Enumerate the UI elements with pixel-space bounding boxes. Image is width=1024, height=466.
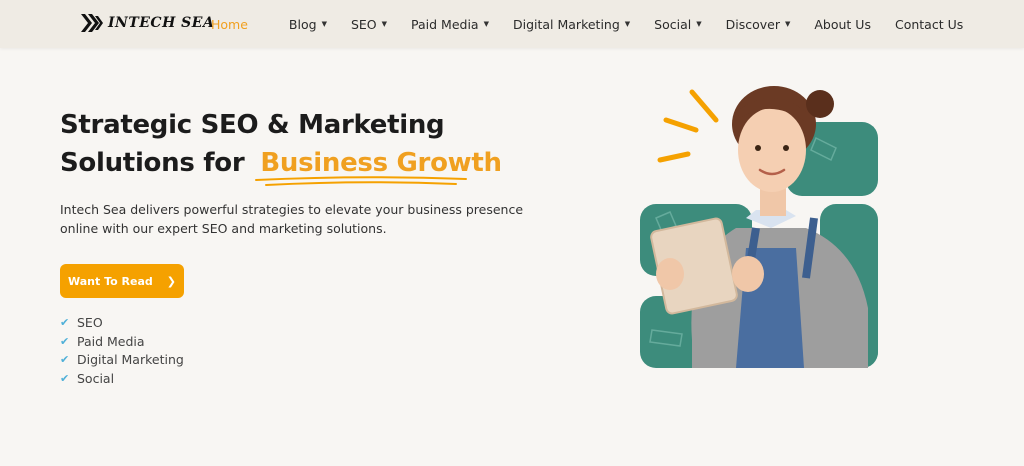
chevron-logo-icon (81, 14, 103, 32)
nav-home-label: Home (211, 16, 248, 32)
list-item: ✔ SEO (60, 314, 184, 333)
brand-name: INTECH SEA (108, 15, 215, 31)
feature-label: Digital Marketing (77, 352, 184, 367)
check-icon: ✔ (60, 316, 70, 329)
nav-discover[interactable]: Discover ▼ (726, 17, 791, 32)
nav-contact-us-label: Contact Us (894, 16, 964, 32)
face (738, 108, 806, 192)
accent-strokes (657, 89, 719, 163)
hero-title-line2: Solutions for Business Growth (60, 144, 540, 186)
hero-highlight-wrap: Business Growth (255, 144, 502, 186)
nav-social[interactable]: Social ▼ (654, 17, 701, 32)
want-to-read-button[interactable]: Want To Read ❯ (60, 264, 184, 298)
caret-down-icon: ▼ (784, 20, 791, 28)
feature-list: ✔ SEO ✔ Paid Media ✔ Digital Marketing ✔… (60, 314, 184, 388)
nav-home[interactable]: Home (211, 17, 248, 32)
caret-down-icon: ▼ (483, 20, 489, 28)
main-nav: Home Blog ▼ SEO ▼ Paid Media ▼ Digital M… (204, 14, 963, 34)
nav-digital-marketing-label: Digital Marketing (512, 16, 620, 32)
brand-logo[interactable]: INTECH SEA (80, 10, 214, 36)
list-item: ✔ Paid Media (60, 333, 184, 352)
caret-down-icon: ▼ (321, 20, 327, 28)
caret-down-icon: ▼ (696, 20, 702, 28)
nav-paid-media-label: Paid Media (411, 16, 479, 32)
nav-blog-label: Blog (288, 16, 317, 32)
hero-title-line2-text: Solutions for (60, 148, 245, 178)
nav-discover-label: Discover (725, 16, 780, 32)
cta-label: Want To Read (68, 274, 153, 288)
nav-social-label: Social (654, 16, 692, 32)
nav-digital-marketing[interactable]: Digital Marketing ▼ (513, 17, 630, 32)
nav-blog[interactable]: Blog ▼ (289, 17, 327, 32)
list-item: ✔ Social (60, 370, 184, 389)
hero-illustration (640, 86, 878, 368)
caret-down-icon: ▼ (381, 20, 388, 28)
nav-paid-media[interactable]: Paid Media ▼ (411, 17, 489, 32)
caret-down-icon: ▼ (624, 20, 631, 28)
nav-seo[interactable]: SEO ▼ (351, 17, 387, 32)
check-icon: ✔ (60, 334, 70, 348)
nav-contact-us[interactable]: Contact Us (895, 17, 963, 32)
list-item: ✔ Digital Marketing (60, 351, 184, 370)
feature-label: Paid Media (77, 333, 145, 349)
chevron-right-icon: ❯ (166, 274, 176, 288)
check-icon: ✔ (60, 353, 70, 366)
nav-seo-label: SEO (350, 16, 377, 32)
feature-label: SEO (77, 315, 103, 330)
feature-label: Social (77, 370, 115, 386)
nav-about-us-label: About Us (814, 16, 871, 32)
site-header: INTECH SEA Home Blog ▼ SEO ▼ Paid Media … (0, 0, 1024, 48)
hero-description: Intech Sea delivers powerful strategies … (60, 202, 524, 236)
nav-about-us[interactable]: About Us (814, 17, 871, 32)
highlight-underline (255, 176, 468, 186)
hero-title: Strategic SEO & Marketing Solutions for … (60, 106, 540, 186)
check-icon: ✔ (60, 371, 70, 385)
hero-title-line1: Strategic SEO & Marketing (60, 110, 445, 140)
